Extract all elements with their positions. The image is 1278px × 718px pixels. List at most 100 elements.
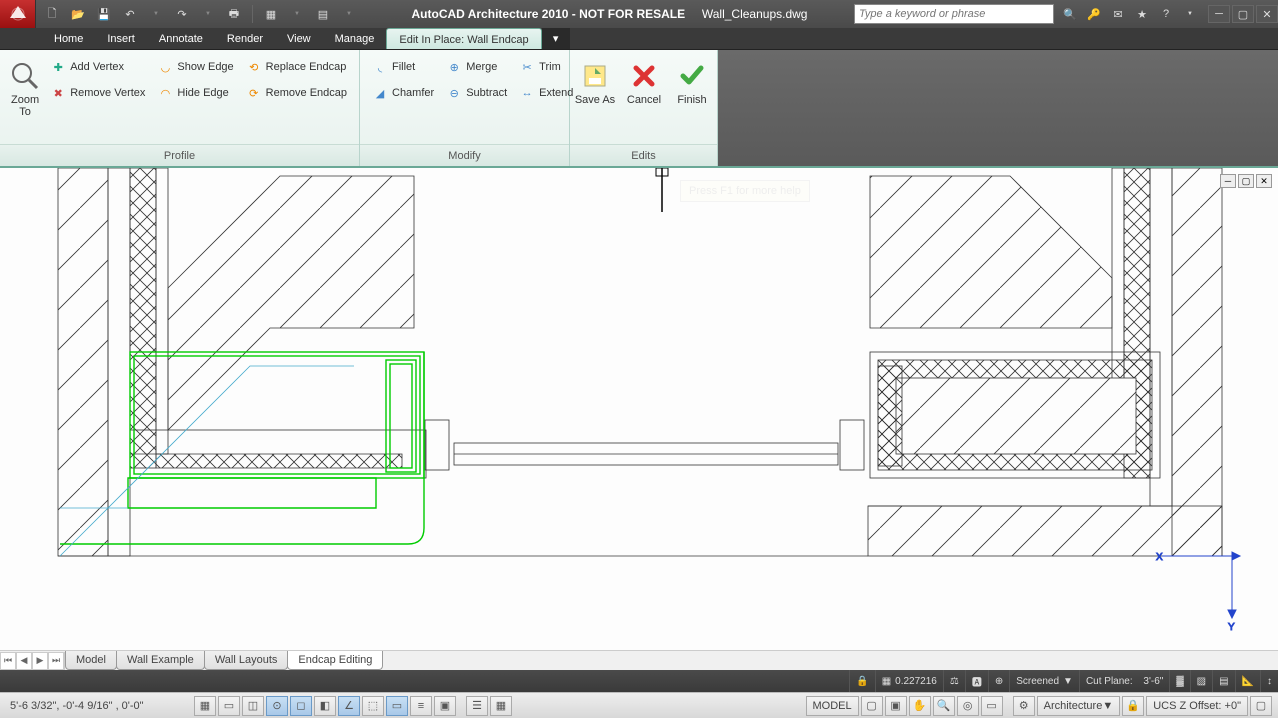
- workspace-icon[interactable]: ⚙: [1013, 696, 1035, 716]
- remove-vertex-button[interactable]: ✖Remove Vertex: [46, 82, 149, 104]
- tab-manage[interactable]: Manage: [323, 28, 387, 49]
- quickview-drawings[interactable]: ▣: [885, 696, 907, 716]
- print-icon[interactable]: 🖶: [226, 6, 242, 22]
- infocenter-search[interactable]: [854, 4, 1054, 24]
- otrack-toggle[interactable]: ∠: [338, 696, 360, 716]
- grid2-toggle[interactable]: ▦: [490, 696, 512, 716]
- tab-annotate[interactable]: Annotate: [147, 28, 215, 49]
- annoauto-icon[interactable]: 🅰: [965, 670, 988, 692]
- tab-home[interactable]: Home: [42, 28, 95, 49]
- help-more-icon[interactable]: ▼: [1182, 6, 1198, 22]
- cancel-button[interactable]: Cancel: [622, 56, 666, 110]
- drawing-viewport[interactable]: X Y Press F1 for more help ─ ▢ ✕: [0, 168, 1278, 650]
- sc-toggle[interactable]: ☰: [466, 696, 488, 716]
- quickview-layouts[interactable]: ▢: [861, 696, 883, 716]
- annovis-icon[interactable]: ⊕: [988, 670, 1009, 692]
- minimize-button[interactable]: ─: [1208, 5, 1230, 23]
- open-icon[interactable]: 📂: [70, 6, 86, 22]
- redo-more-icon[interactable]: ▼: [200, 6, 216, 22]
- model-paper-toggle[interactable]: MODEL: [806, 696, 859, 716]
- pan-icon[interactable]: ✋: [909, 696, 931, 716]
- star-icon[interactable]: ★: [1134, 6, 1150, 22]
- clean-screen-icon[interactable]: ▢: [1250, 696, 1272, 716]
- vp-maximize[interactable]: ▢: [1238, 174, 1254, 188]
- qp-toggle[interactable]: ▣: [434, 696, 456, 716]
- layer-key-icon[interactable]: ▤: [1212, 670, 1234, 692]
- save-icon[interactable]: 💾: [96, 6, 112, 22]
- subtract-button[interactable]: ⊖Subtract: [442, 82, 511, 104]
- grid-toggle[interactable]: ▭: [218, 696, 240, 716]
- search-icon[interactable]: 🔍: [1062, 6, 1078, 22]
- tab-view[interactable]: View: [275, 28, 323, 49]
- chamfer-button[interactable]: ◢Chamfer: [368, 82, 438, 104]
- tab-render[interactable]: Render: [215, 28, 275, 49]
- key-icon[interactable]: 🔑: [1086, 6, 1102, 22]
- replace-endcap-button[interactable]: ⟲Replace Endcap: [242, 56, 351, 78]
- layout-tab-wall-layouts[interactable]: Wall Layouts: [204, 651, 289, 670]
- tab-edit-in-place[interactable]: Edit In Place: Wall Endcap: [386, 28, 541, 49]
- unit-icon[interactable]: 📐: [1235, 670, 1260, 692]
- layout-tab-model[interactable]: Model: [65, 651, 117, 670]
- fillet-button[interactable]: ◟Fillet: [368, 56, 438, 78]
- search-input[interactable]: [859, 8, 1049, 20]
- lock-ui-icon[interactable]: 🔒: [1122, 696, 1144, 716]
- maximize-button[interactable]: ▢: [1232, 5, 1254, 23]
- nav-next[interactable]: ▶: [32, 652, 48, 670]
- replace-z-icon[interactable]: ↕: [1260, 670, 1278, 692]
- ducs-toggle[interactable]: ⬚: [362, 696, 384, 716]
- finish-button[interactable]: Finish: [670, 56, 714, 110]
- comm-icon[interactable]: ✉: [1110, 6, 1126, 22]
- redo-icon[interactable]: ↷: [174, 6, 190, 22]
- nav-first[interactable]: ⏮: [0, 652, 16, 670]
- zoom-icon[interactable]: 🔍: [933, 696, 955, 716]
- lwt-toggle[interactable]: ≡: [410, 696, 432, 716]
- surface-hatch-icon[interactable]: ▨: [1190, 670, 1212, 692]
- tab-extras[interactable]: ▾: [542, 28, 570, 49]
- dyn-toggle[interactable]: ▭: [386, 696, 408, 716]
- snap-toggle[interactable]: ▦: [194, 696, 216, 716]
- show-edge-button[interactable]: ◡Show Edge: [153, 56, 237, 78]
- lock-icon[interactable]: 🔒: [849, 670, 874, 692]
- app-menu-button[interactable]: [0, 0, 36, 28]
- vp-close[interactable]: ✕: [1256, 174, 1272, 188]
- undo-icon[interactable]: ↶: [122, 6, 138, 22]
- annoscale-icon[interactable]: ⚖: [943, 670, 965, 692]
- ucs-z-offset[interactable]: UCS Z Offset: +0": [1146, 696, 1248, 716]
- polar-toggle[interactable]: ⊙: [266, 696, 288, 716]
- osnap-toggle[interactable]: ◻: [290, 696, 312, 716]
- undo-more-icon[interactable]: ▼: [148, 6, 164, 22]
- remove-vertex-icon: ✖: [50, 85, 66, 101]
- file-name: Wall_Cleanups.dwg: [702, 7, 808, 21]
- layout-tab-wall-example[interactable]: Wall Example: [116, 651, 205, 670]
- layout-tab-endcap-editing[interactable]: Endcap Editing: [287, 651, 383, 670]
- nav-prev[interactable]: ◀: [16, 652, 32, 670]
- match-icon[interactable]: ▦: [263, 6, 279, 22]
- elev-icon[interactable]: ▓: [1169, 670, 1189, 692]
- vp-minimize[interactable]: ─: [1220, 174, 1236, 188]
- layer-more-icon[interactable]: ▼: [341, 6, 357, 22]
- hide-edge-button[interactable]: ◠Hide Edge: [153, 82, 237, 104]
- close-button[interactable]: ✕: [1256, 5, 1278, 23]
- zoom-to-button[interactable]: Zoom To: [8, 56, 42, 122]
- new-icon[interactable]: 🗋: [44, 6, 60, 22]
- scale-readout[interactable]: ▦ 0.227216: [875, 670, 943, 692]
- steering-wheel-icon[interactable]: ◎: [957, 696, 979, 716]
- ortho-toggle[interactable]: ◫: [242, 696, 264, 716]
- 3dosnap-toggle[interactable]: ◧: [314, 696, 336, 716]
- add-vertex-button[interactable]: ✚Add Vertex: [46, 56, 149, 78]
- extend-button[interactable]: ↔Extend: [515, 82, 577, 104]
- tab-insert[interactable]: Insert: [95, 28, 147, 49]
- match-more-icon[interactable]: ▼: [289, 6, 305, 22]
- merge-button[interactable]: ⊕Merge: [442, 56, 511, 78]
- visual-style[interactable]: Screened ▼: [1009, 670, 1079, 692]
- hide-edge-icon: ◠: [157, 85, 173, 101]
- showmotion-icon[interactable]: ▭: [981, 696, 1003, 716]
- remove-endcap-button[interactable]: ⟳Remove Endcap: [242, 82, 351, 104]
- trim-button[interactable]: ✂Trim: [515, 56, 577, 78]
- layer-icon[interactable]: ▤: [315, 6, 331, 22]
- help-icon[interactable]: ?: [1158, 6, 1174, 22]
- nav-last[interactable]: ⏭: [48, 652, 64, 670]
- save-as-button[interactable]: Save As: [572, 56, 618, 110]
- workspace-switcher[interactable]: Architecture ▼: [1037, 696, 1121, 716]
- cut-plane[interactable]: Cut Plane: 3'-6": [1079, 670, 1169, 692]
